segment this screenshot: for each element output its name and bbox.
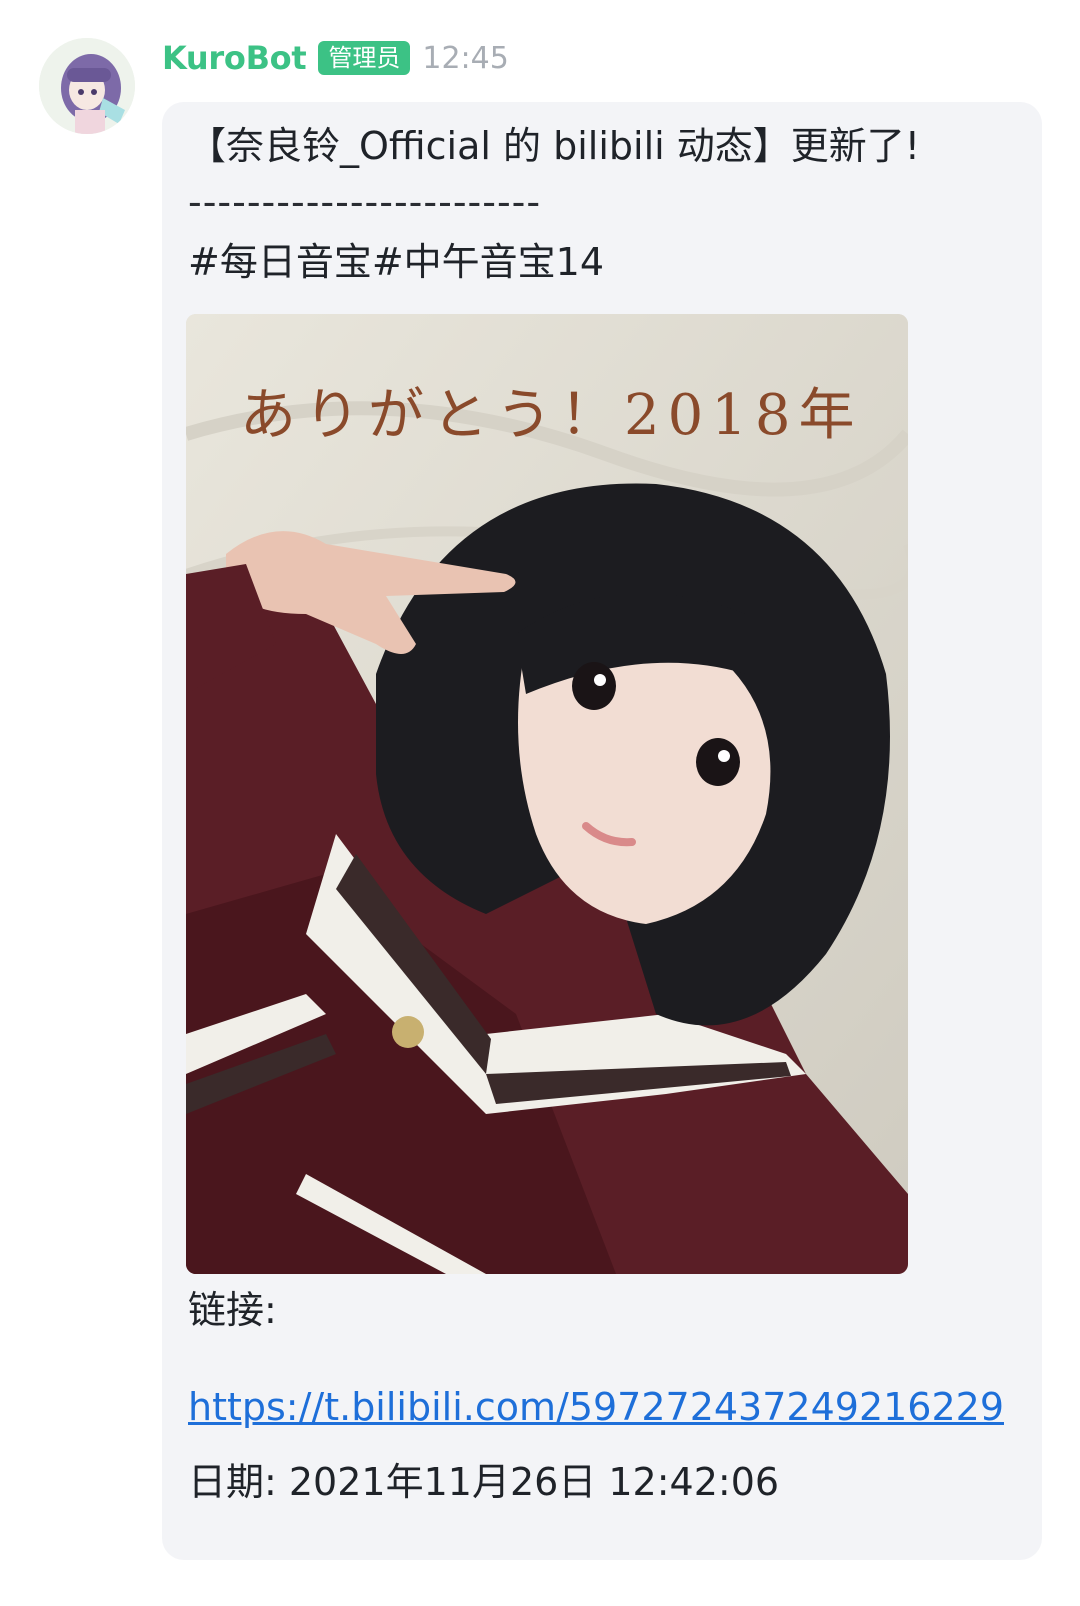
- tag-line: #每日音宝#中午音宝14: [188, 240, 605, 284]
- sender-avatar[interactable]: [39, 38, 135, 134]
- photo-caption: ありがとう！2018年: [240, 383, 863, 448]
- post-date: 日期: 2021年11月26日 12:42:06: [188, 1460, 780, 1504]
- link-label: 链接:: [188, 1288, 277, 1332]
- message-header: KuroBot 管理员 12:45: [162, 36, 509, 80]
- admin-badge: 管理员: [318, 41, 411, 75]
- message-bubble[interactable]: 【奈良铃_Official 的 bilibili 动态】更新了! -------…: [162, 102, 1042, 1560]
- post-photo: [186, 314, 908, 1274]
- sender-name[interactable]: KuroBot: [162, 39, 307, 77]
- message-time: 12:45: [422, 40, 509, 76]
- post-link[interactable]: https://t.bilibili.com/59727243724921622…: [188, 1378, 1018, 1436]
- update-title: 【奈良铃_Official 的 bilibili 动态】更新了!: [188, 124, 921, 168]
- post-image[interactable]: ありがとう！2018年: [186, 314, 908, 1274]
- divider-line: ------------------------: [188, 180, 542, 224]
- avatar-illustration: [39, 38, 135, 134]
